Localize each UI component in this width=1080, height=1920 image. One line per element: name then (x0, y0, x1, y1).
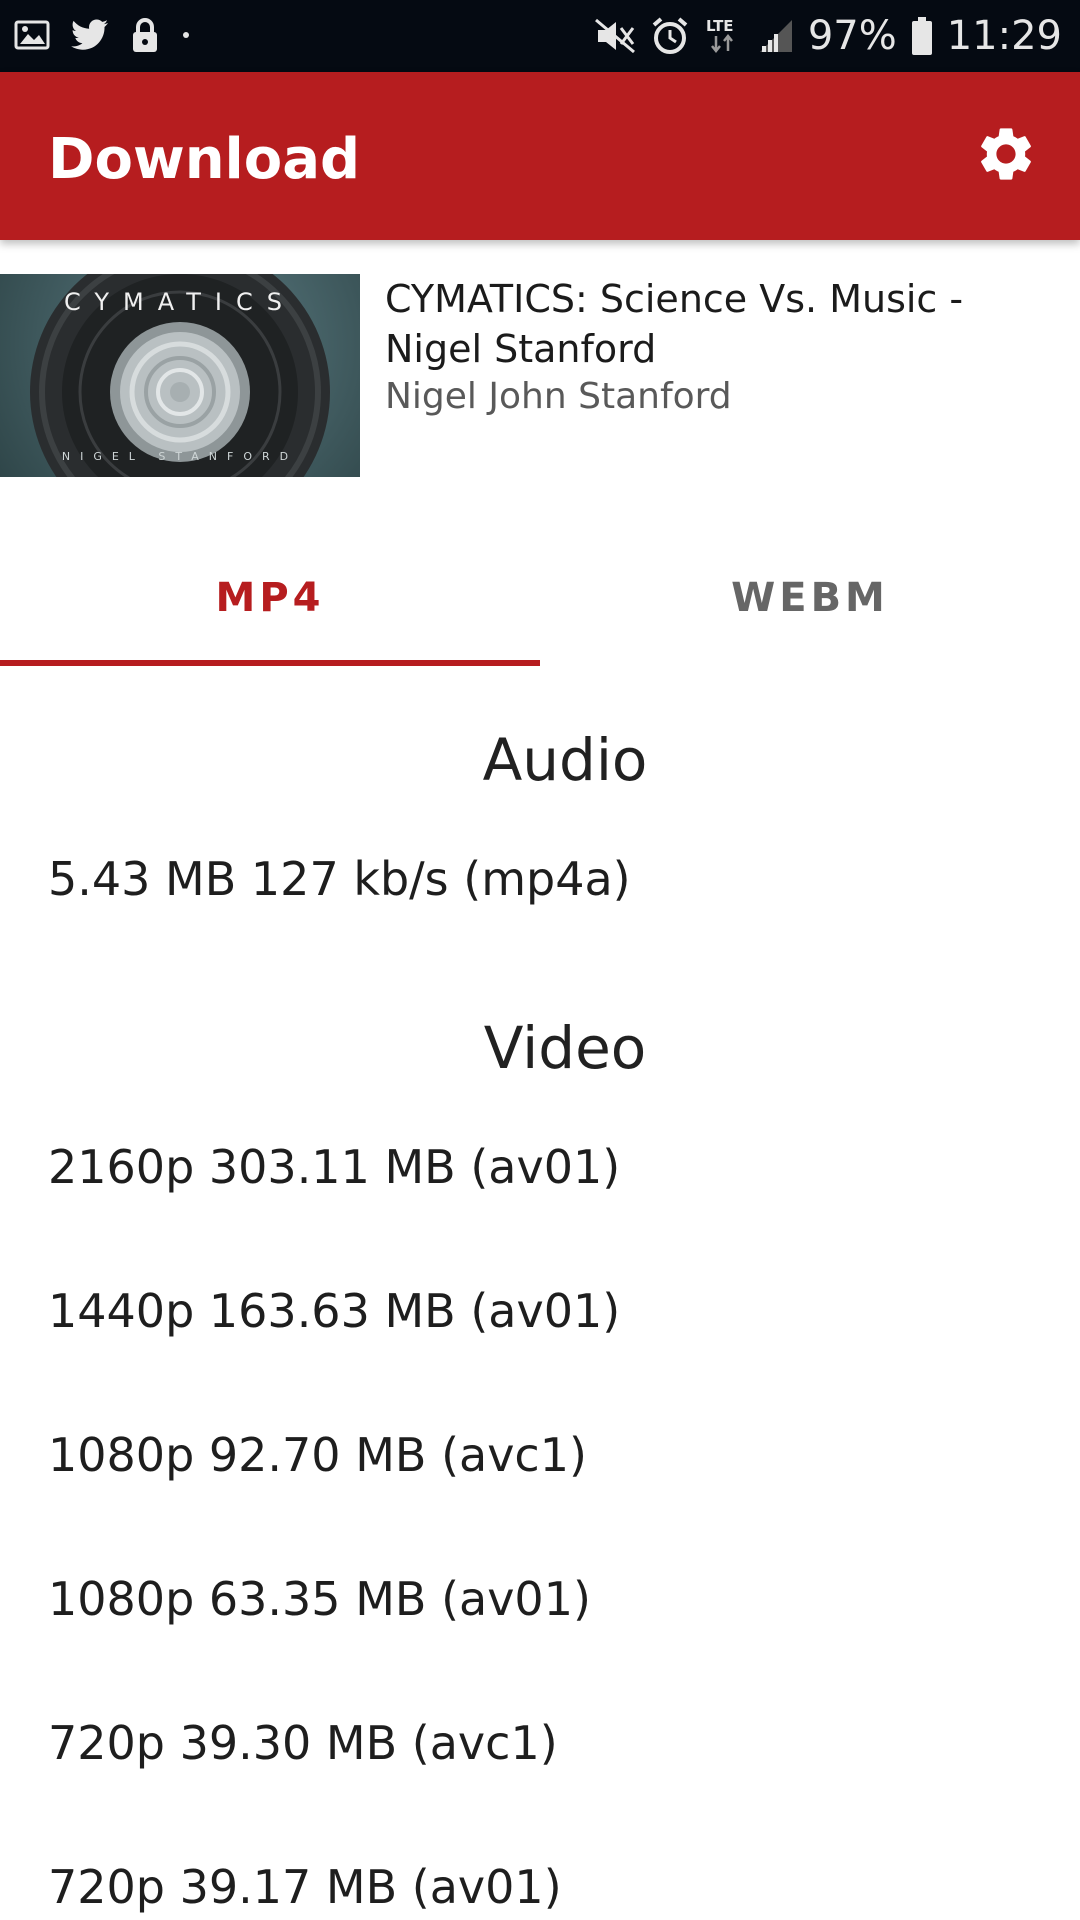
mute-icon (594, 16, 636, 56)
app-bar: Download (0, 72, 1080, 240)
video-author: Nigel John Stanford (385, 376, 732, 417)
status-bar: LTE 97% 11:29 (0, 0, 1080, 72)
tab-indicator (0, 660, 540, 666)
settings-button[interactable] (968, 118, 1044, 194)
thumbnail-brand-text: CYMATICS (64, 288, 296, 316)
image-icon (14, 19, 50, 51)
video-format-item[interactable]: 2160p 303.11 MB (av01) (48, 1140, 620, 1194)
alarm-icon (650, 16, 690, 56)
signal-icon (758, 18, 794, 54)
video-format-item[interactable]: 1080p 92.70 MB (avc1) (48, 1428, 587, 1482)
video-format-item[interactable]: 1440p 163.63 MB (av01) (48, 1284, 620, 1338)
tab-webm[interactable]: WEBM (540, 530, 1080, 666)
video-format-item[interactable]: 1080p 63.35 MB (av01) (48, 1572, 591, 1626)
clock: 11:29 (946, 13, 1062, 59)
video-info: CYMATICS NIGEL STANFORD CYMATICS: Scienc… (0, 274, 1080, 478)
video-title: CYMATICS: Science Vs. Music - Nigel Stan… (385, 277, 964, 371)
format-tabs: MP4 WEBM (0, 530, 1080, 666)
status-left-icons (14, 16, 192, 54)
audio-heading: Audio (482, 726, 648, 794)
twitter-icon (70, 18, 110, 52)
thumbnail-sub-text: NIGEL STANFORD (61, 450, 299, 463)
audio-format-item[interactable]: 5.43 MB 127 kb/s (mp4a) (48, 852, 631, 906)
tab-mp4[interactable]: MP4 (0, 530, 540, 666)
video-format-item[interactable]: 720p 39.30 MB (avc1) (48, 1716, 558, 1770)
battery-icon (911, 16, 933, 56)
svg-text:LTE: LTE (706, 17, 734, 35)
gear-icon (974, 122, 1038, 191)
battery-percent: 97% (807, 13, 897, 59)
video-heading: Video (483, 1014, 647, 1082)
page-title: Download (48, 127, 361, 192)
video-format-item[interactable]: 720p 39.17 MB (av01) (48, 1860, 562, 1914)
video-thumbnail: CYMATICS NIGEL STANFORD (0, 274, 360, 477)
lock-icon (130, 16, 160, 54)
dot-icon (180, 29, 192, 41)
lte-icon: LTE (704, 16, 744, 56)
status-right-icons: LTE 97% 11:29 (594, 0, 1062, 72)
